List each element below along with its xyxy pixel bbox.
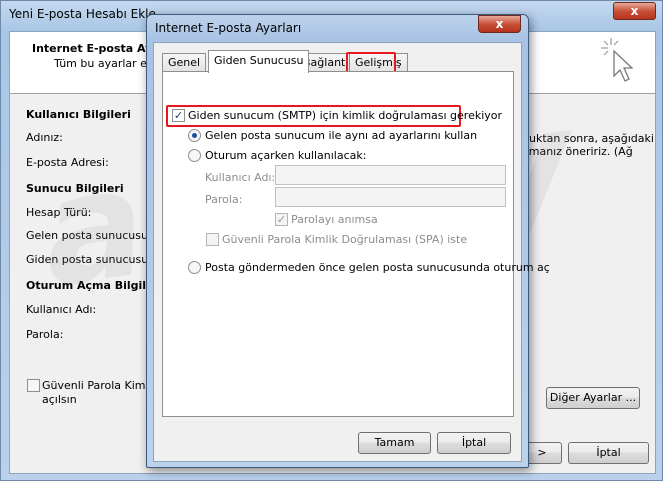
bg-cancel-button[interactable]: İptal: [568, 442, 649, 464]
info-text-line1: duktan sonra, aşağıdaki: [522, 132, 654, 145]
name-label: Adınız:: [26, 131, 63, 144]
same-settings-label: Gelen posta sunucum ile aynı ad ayarları…: [205, 129, 478, 142]
logon-before-send-label: Posta göndermeden önce gelen posta sunuc…: [205, 261, 550, 274]
password-label: Parola:: [205, 193, 243, 206]
tab-general[interactable]: Genel: [162, 53, 207, 72]
mouse-cursor-icon: [601, 38, 634, 82]
user-info-section: Kullanıcı Bilgileri: [26, 108, 131, 121]
dialog-close-button[interactable]: x: [478, 15, 521, 33]
bg-password-label: Parola:: [26, 328, 64, 341]
bg-spa-label-line2: açılsın: [42, 393, 77, 406]
account-type-label: Hesap Türü:: [26, 206, 92, 219]
logon-using-radio[interactable]: [188, 149, 201, 162]
add-account-window-title: Yeni E-posta Hesabı Ekle: [9, 7, 156, 21]
add-account-header-title: Internet E-posta Aya: [32, 42, 160, 55]
same-settings-radio[interactable]: [188, 129, 201, 142]
server-info-section: Sunucu Bilgileri: [26, 182, 124, 195]
ok-button[interactable]: Tamam: [358, 432, 431, 454]
advanced-tab-highlight: [346, 52, 396, 73]
dialog-cancel-button[interactable]: İptal: [437, 432, 511, 454]
bg-spa-checkbox[interactable]: [27, 379, 40, 392]
spa-checkbox[interactable]: [206, 233, 219, 246]
tab-outgoing-server[interactable]: Giden Sunucusu: [208, 50, 310, 73]
smtp-auth-label: Giden sunucum (SMTP) için kimlik doğrula…: [188, 109, 503, 122]
incoming-server-label: Gelen posta sunucusu:: [26, 229, 152, 242]
outgoing-server-panel: ✓ Giden sunucum (SMTP) için kimlik doğru…: [162, 71, 550, 417]
logon-using-label: Oturum açarken kullanılacak:: [205, 149, 367, 162]
dialog-title: Internet E-posta Ayarları: [155, 21, 302, 35]
username-input[interactable]: [275, 165, 506, 185]
smtp-auth-checkbox[interactable]: ✓: [172, 109, 185, 122]
spa-label: Güvenli Parola Kimlik Doğrulaması (SPA) …: [222, 233, 468, 246]
more-settings-button[interactable]: Diğer Ayarlar ...: [546, 387, 640, 409]
password-input[interactable]: [275, 187, 506, 207]
dialog-content: Genel Giden Sunucusu Bağlantı Gelişmiş ✓…: [153, 42, 550, 462]
add-account-close-button[interactable]: x: [613, 2, 656, 20]
remember-password-checkbox[interactable]: ✓: [275, 213, 288, 226]
remember-password-label: Parolayı anımsa: [291, 213, 378, 226]
logon-before-send-radio[interactable]: [188, 261, 201, 274]
internet-email-settings-dialog: Internet E-posta Ayarları x Genel Giden …: [146, 14, 550, 468]
bg-username-label: Kullanıcı Adı:: [26, 303, 97, 316]
email-label: E-posta Adresi:: [26, 156, 109, 169]
info-text-line2: amanız öneririz. (Ağ: [522, 145, 633, 158]
logon-info-section: Oturum Açma Bilgileri: [26, 279, 163, 292]
username-label: Kullanıcı Adı:: [205, 171, 276, 184]
